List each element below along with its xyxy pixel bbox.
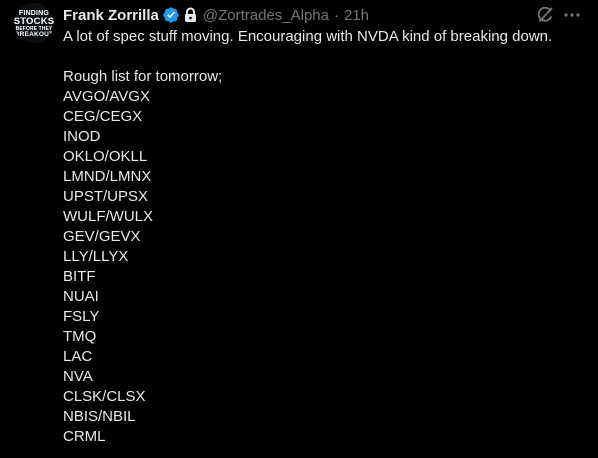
more-icon[interactable] — [562, 5, 582, 25]
ticker-item: CRML — [63, 428, 106, 445]
ticker-item: BITF — [63, 268, 96, 285]
ticker-item: CEG/CEGX — [63, 108, 143, 125]
ticker-item: INOD — [63, 128, 101, 145]
ticker-item: FSLY — [63, 308, 100, 325]
display-name[interactable]: Frank Zorrilla — [63, 7, 159, 24]
grok-icon[interactable] — [535, 5, 555, 25]
tweet[interactable]: FINDING STOCKS BEFORE THEY BREAKOUT Fran… — [0, 0, 598, 458]
avatar-text-line: STOCKS — [14, 15, 54, 27]
tweet-text: A lot of spec stuff moving. Encouraging … — [63, 27, 588, 447]
ticker-item: NUAI — [63, 288, 99, 305]
ticker-item: AVGO/AVGX — [63, 88, 150, 105]
ticker-item: UPST/UPSX — [63, 188, 149, 205]
avatar-text-line: BREAKOUT — [14, 31, 54, 38]
timestamp[interactable]: 21h — [344, 7, 369, 24]
ticker-item: NBIS/NBIL — [63, 408, 136, 425]
ticker-item: OKLO/OKLL — [63, 148, 148, 165]
ticker-item: LLY/LLYX — [63, 248, 129, 265]
ticker-list: AVGO/AVGX CEG/CEGX INOD OKLO/OKLL LMND/L… — [63, 87, 588, 447]
ticker-item: WULF/WULX — [63, 208, 153, 225]
lock-icon — [183, 7, 198, 23]
avatar[interactable]: FINDING STOCKS BEFORE THEY BREAKOUT — [14, 3, 54, 43]
tweet-header: Frank Zorrilla @Zortrades_Alpha · 21h — [63, 5, 369, 25]
ticker-item: LAC — [63, 348, 93, 365]
user-handle[interactable]: @Zortrades_Alpha — [203, 7, 329, 24]
ticker-item: NVA — [63, 368, 93, 385]
list-intro: Rough list for tomorrow; — [63, 68, 223, 85]
ticker-item: LMND/LMNX — [63, 168, 152, 185]
ticker-item: GEV/GEVX — [63, 228, 141, 245]
ticker-item: TMQ — [63, 328, 97, 345]
verified-badge-icon[interactable] — [162, 6, 180, 24]
tweet-line: A lot of spec stuff moving. Encouraging … — [63, 28, 553, 45]
separator-dot: · — [333, 6, 339, 24]
ticker-item: CLSK/CLSX — [63, 388, 146, 405]
